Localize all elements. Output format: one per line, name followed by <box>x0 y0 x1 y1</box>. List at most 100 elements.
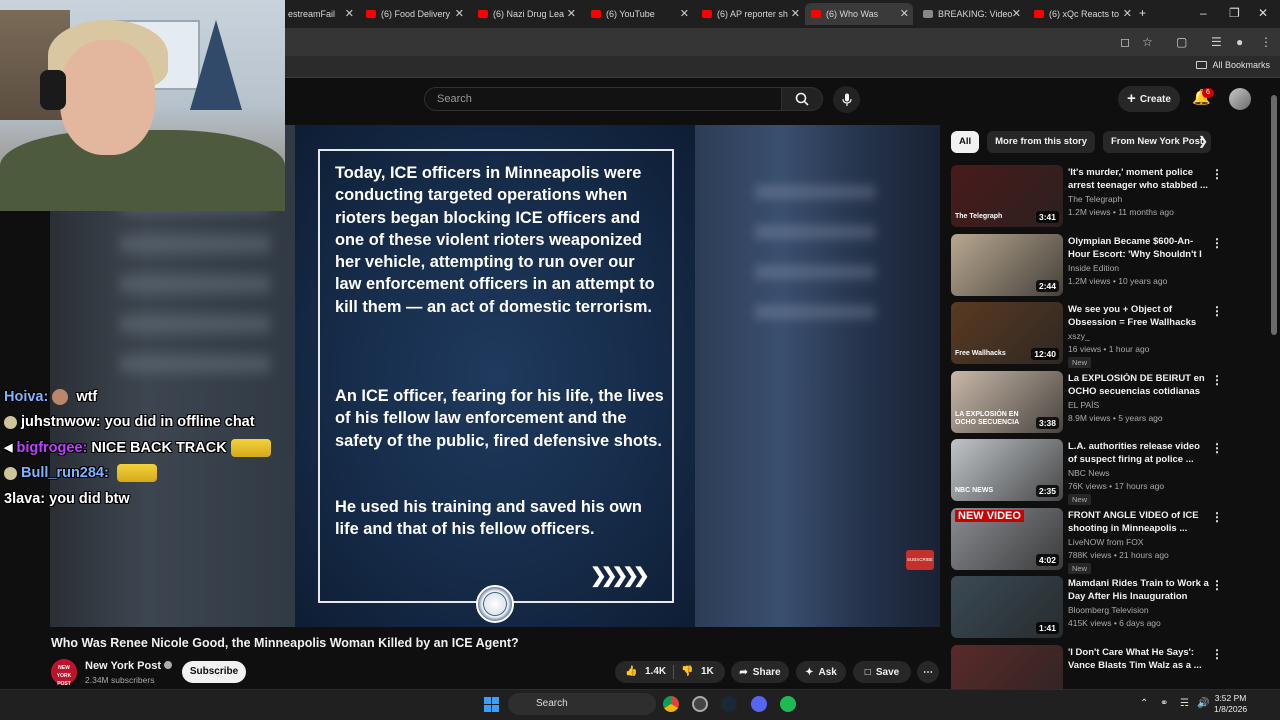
tray-network-icon[interactable]: ⚭ <box>1160 698 1168 709</box>
windows-start-icon[interactable] <box>484 697 499 712</box>
subscribe-button[interactable]: Subscribe <box>182 661 246 683</box>
related-video-channel[interactable]: NBC News <box>1068 468 1110 478</box>
like-count[interactable]: 1.4K <box>645 666 666 677</box>
tab-close-icon[interactable]: ✕ <box>791 7 800 20</box>
tab-close-icon[interactable]: ✕ <box>345 7 354 20</box>
extensions-icon[interactable]: ▢ <box>1176 35 1187 49</box>
new-tab-button[interactable]: + <box>1139 6 1146 20</box>
subscribe-watermark-button[interactable]: SUBSCRIBE <box>906 550 934 570</box>
search-button[interactable] <box>781 87 823 111</box>
profile-icon[interactable]: ● <box>1236 35 1243 49</box>
chevron-right-icon[interactable]: ❯ <box>1198 134 1208 148</box>
related-video-thumbnail[interactable]: The Telegraph 3:41 <box>951 165 1063 227</box>
dislike-count[interactable]: 1K <box>701 666 714 677</box>
save-button[interactable]: □ Save <box>853 661 911 683</box>
related-video-channel[interactable]: Bloomberg Television <box>1068 605 1149 615</box>
reading-list-icon[interactable]: ☰ <box>1211 35 1222 49</box>
more-vertical-icon[interactable]: ⋮ <box>1211 578 1223 592</box>
account-avatar[interactable] <box>1229 88 1251 110</box>
search-input[interactable]: Search <box>424 87 781 111</box>
related-video-title[interactable]: L.A. authorities release video of suspec… <box>1068 441 1210 466</box>
related-video-item[interactable]: 2:44 Olympian Became $600-An-Hour Escort:… <box>951 234 1271 298</box>
tab-close-icon[interactable]: ✕ <box>455 7 464 20</box>
menu-kebab-icon[interactable]: ⋮ <box>1260 35 1272 49</box>
related-video-thumbnail[interactable]: NEW VIDEO 4:02 <box>951 508 1063 570</box>
browser-tab[interactable]: (6) Nazi Drug Lea ✕ <box>472 3 580 25</box>
all-bookmarks-button[interactable]: All Bookmarks <box>1196 60 1270 70</box>
filter-chip[interactable]: All <box>951 131 980 153</box>
related-video-item[interactable]: Free Wallhacks 12:40 We see you + Object o… <box>951 302 1271 368</box>
voice-search-button[interactable] <box>833 86 860 113</box>
related-video-thumbnail[interactable]: 2:44 <box>951 234 1063 296</box>
related-video-thumbnail[interactable]: 1:41 <box>951 576 1063 638</box>
chrome-taskbar-icon[interactable] <box>663 696 679 712</box>
discord-taskbar-icon[interactable] <box>751 696 767 712</box>
browser-tab[interactable]: estreamFail ✕ <box>282 3 358 25</box>
chat-text: you did in offline chat <box>104 414 255 431</box>
more-vertical-icon[interactable]: ⋮ <box>1211 647 1223 661</box>
related-video-item[interactable]: NEW VIDEO 4:02 FRONT ANGLE VIDEO of ICE sh… <box>951 508 1271 574</box>
share-button[interactable]: ➦ Share <box>731 661 789 683</box>
thumbs-up-icon[interactable]: 👍 <box>625 666 637 677</box>
related-video-channel[interactable]: xszy_ <box>1068 331 1090 341</box>
related-video-channel[interactable]: The Telegraph <box>1068 194 1122 204</box>
related-video-item[interactable]: 1:41 Mamdani Rides Train to Work a Day Af… <box>951 576 1271 640</box>
related-video-channel[interactable]: Inside Edition <box>1068 263 1119 273</box>
more-vertical-icon[interactable]: ⋮ <box>1211 510 1223 524</box>
filter-chip[interactable]: More from this story <box>987 131 1095 153</box>
channel-name[interactable]: New York Post <box>85 660 173 672</box>
related-video-thumbnail[interactable]: Free Wallhacks 12:40 <box>951 302 1063 364</box>
related-video-item[interactable]: NBC NEWS 2:35 L.A. authorities release vid… <box>951 439 1271 505</box>
related-video-item[interactable]: The Telegraph 3:41 'It's murder,' moment p… <box>951 165 1271 229</box>
spotify-taskbar-icon[interactable] <box>780 696 796 712</box>
related-video-title[interactable]: 'I Don't Care What He Says': Vance Blast… <box>1068 647 1210 672</box>
tab-close-icon[interactable]: ✕ <box>1012 7 1021 20</box>
steam-taskbar-icon[interactable] <box>721 696 737 712</box>
close-window-icon[interactable]: ✕ <box>1258 6 1268 20</box>
create-button[interactable]: + Create <box>1118 86 1180 112</box>
related-video-channel[interactable]: EL PAÍS <box>1068 400 1099 410</box>
settings-taskbar-icon[interactable] <box>692 696 708 712</box>
related-video-title[interactable]: Olympian Became $600-An-Hour Escort: 'Wh… <box>1068 236 1210 261</box>
channel-avatar[interactable]: NEW YORK POST <box>51 659 77 687</box>
more-vertical-icon[interactable]: ⋮ <box>1211 441 1223 455</box>
cast-icon[interactable]: ◻ <box>1120 35 1130 49</box>
browser-tab[interactable]: (6) YouTube ✕ <box>585 3 693 25</box>
tab-close-icon[interactable]: ✕ <box>680 7 689 20</box>
tray-wifi-icon[interactable]: ☴ <box>1180 698 1189 709</box>
ask-button[interactable]: ✦ Ask <box>796 661 846 683</box>
more-vertical-icon[interactable]: ⋮ <box>1211 373 1223 387</box>
restore-icon[interactable]: ❐ <box>1229 6 1240 20</box>
page-scrollbar[interactable] <box>1271 95 1277 335</box>
taskbar-search-box[interactable]: Search <box>508 693 656 715</box>
tab-close-icon[interactable]: ✕ <box>567 7 576 20</box>
filter-chip[interactable]: From New York Post <box>1103 131 1212 153</box>
tab-close-icon[interactable]: ✕ <box>900 7 909 20</box>
related-video-title[interactable]: FRONT ANGLE VIDEO of ICE shooting in Min… <box>1068 510 1210 535</box>
related-video-item[interactable]: LA EXPLOSIÓN EN OCHO SECUENCIA 3:38 La EXP… <box>951 371 1271 435</box>
more-vertical-icon[interactable]: ⋮ <box>1211 304 1223 318</box>
related-video-title[interactable]: La EXPLOSIÓN DE BEIRUT en OCHO secuencia… <box>1068 373 1210 398</box>
related-video-title[interactable]: Mamdani Rides Train to Work a Day After … <box>1068 578 1210 603</box>
browser-tab[interactable]: (6) AP reporter sh ✕ <box>696 3 804 25</box>
more-vertical-icon[interactable]: ⋮ <box>1211 236 1223 250</box>
tab-close-icon[interactable]: ✕ <box>1123 7 1132 20</box>
related-video-title[interactable]: 'It's murder,' moment police arrest teen… <box>1068 167 1210 192</box>
browser-tab[interactable]: (6) Who Was ✕ <box>805 3 913 25</box>
thumbs-down-icon[interactable]: 👎 <box>681 666 693 677</box>
minimize-icon[interactable]: – <box>1200 6 1207 20</box>
browser-tab[interactable]: (6) Food Delivery ✕ <box>360 3 468 25</box>
more-vertical-icon[interactable]: ⋮ <box>1211 167 1223 181</box>
related-video-meta: 76K views • 17 hours ago <box>1068 481 1165 491</box>
tray-volume-icon[interactable]: 🔊 <box>1197 698 1209 709</box>
taskbar-clock[interactable]: 3:52 PM 1/8/2026 <box>1214 693 1247 715</box>
related-video-thumbnail[interactable]: NBC NEWS 2:35 <box>951 439 1063 501</box>
browser-tab[interactable]: BREAKING: Video ✕ <box>917 3 1025 25</box>
bookmark-star-icon[interactable]: ☆ <box>1142 35 1153 49</box>
browser-tab[interactable]: (6) xQc Reacts to ✕ <box>1028 3 1136 25</box>
related-video-title[interactable]: We see you + Object of Obsession = Free … <box>1068 304 1210 329</box>
tray-chevron-up-icon[interactable]: ⌃ <box>1140 698 1148 709</box>
related-video-thumbnail[interactable]: LA EXPLOSIÓN EN OCHO SECUENCIA 3:38 <box>951 371 1063 433</box>
related-video-channel[interactable]: LiveNOW from FOX <box>1068 537 1144 547</box>
more-actions-button[interactable]: ⋯ <box>917 661 939 683</box>
